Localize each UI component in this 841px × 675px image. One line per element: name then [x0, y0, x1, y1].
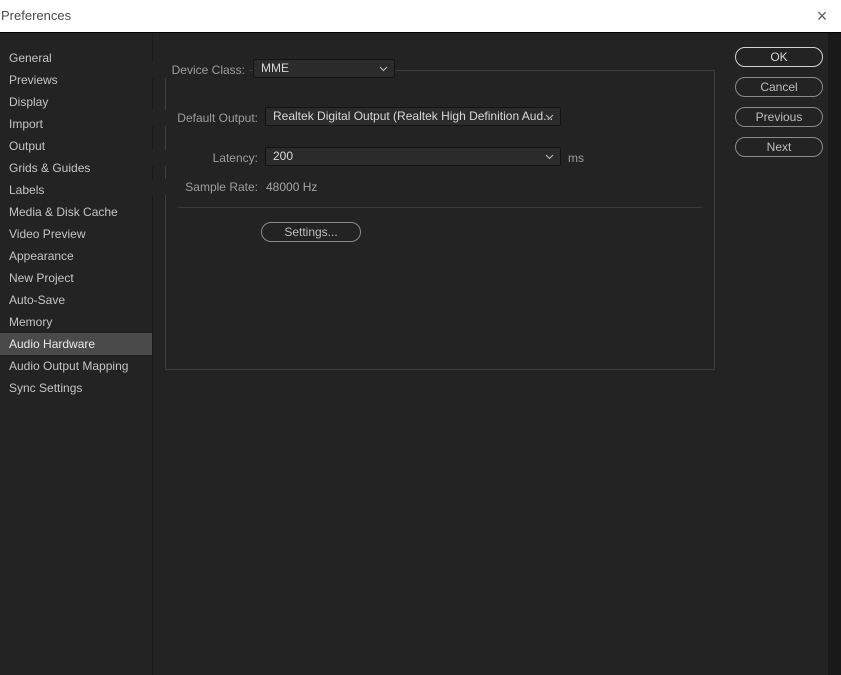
sample-rate-label: Sample Rate: [96, 179, 262, 195]
sidebar-item-new-project[interactable]: New Project [0, 267, 152, 289]
default-output-dropdown[interactable]: Realtek Digital Output (Realtek High Def… [265, 107, 561, 126]
preferences-dialog-body: General Previews Display Import Output G… [0, 33, 841, 675]
chevron-down-icon [545, 114, 554, 120]
settings-button[interactable]: Settings... [261, 222, 361, 242]
latency-dropdown[interactable]: 200 [265, 147, 561, 166]
chevron-down-icon [379, 66, 388, 72]
chevron-down-icon [545, 154, 554, 160]
window-title: Preferences [1, 8, 72, 23]
sidebar-item-sync-settings[interactable]: Sync Settings [0, 377, 152, 399]
preferences-sidebar: General Previews Display Import Output G… [0, 33, 153, 675]
device-class-label: Device Class: [96, 62, 249, 78]
close-button[interactable]: × [809, 0, 835, 32]
ok-button[interactable]: OK [735, 47, 823, 67]
device-class-value: MME [261, 61, 289, 75]
default-output-label: Default Output: [96, 110, 262, 126]
sidebar-item-video-preview[interactable]: Video Preview [0, 223, 152, 245]
sidebar-item-audio-output-mapping[interactable]: Audio Output Mapping [0, 355, 152, 377]
sidebar-item-memory[interactable]: Memory [0, 311, 152, 333]
sidebar-item-media-disk-cache[interactable]: Media & Disk Cache [0, 201, 152, 223]
window-titlebar: Preferences × [0, 0, 841, 33]
latency-unit-label: ms [568, 151, 584, 165]
latency-value: 200 [273, 149, 294, 163]
sidebar-item-audio-hardware[interactable]: Audio Hardware [0, 333, 152, 355]
group-divider [178, 207, 702, 208]
sidebar-item-auto-save[interactable]: Auto-Save [0, 289, 152, 311]
next-button[interactable]: Next [735, 137, 823, 157]
previous-button[interactable]: Previous [735, 107, 823, 127]
sample-rate-value: 48000 Hz [266, 180, 318, 194]
latency-label: Latency: [96, 150, 262, 166]
screen-background-edge [828, 33, 841, 675]
device-class-dropdown[interactable]: MME [253, 59, 395, 78]
close-icon: × [816, 6, 828, 26]
cancel-button[interactable]: Cancel [735, 77, 823, 97]
default-output-value: Realtek Digital Output (Realtek High Def… [273, 109, 554, 123]
sidebar-item-appearance[interactable]: Appearance [0, 245, 152, 267]
